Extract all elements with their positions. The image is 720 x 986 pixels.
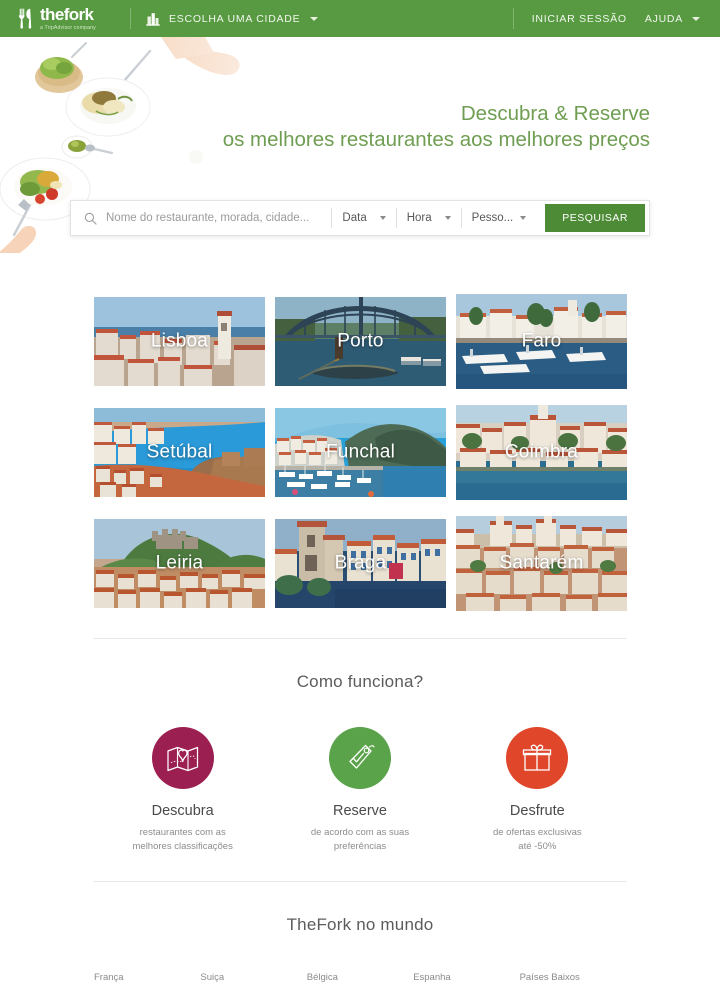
city-name: Faro [521, 330, 562, 352]
city-tile-funchal[interactable]: Funchal [275, 408, 446, 497]
time-dropdown-label: Hora [406, 212, 432, 224]
city-name: Leiria [155, 552, 204, 574]
hero-headline: Descubra & Reserve os melhores restauran… [223, 101, 650, 153]
time-dropdown[interactable]: Hora [395, 208, 461, 228]
world-title: TheFork no mundo [286, 915, 434, 934]
logo-wordmark: thefork [40, 4, 94, 24]
login-label: INICIAR SESSÃO [531, 12, 627, 25]
feature-title: Reserve [332, 803, 387, 819]
city-name: Setúbal [146, 441, 213, 463]
city-tile-santarem[interactable]: Santarém [456, 516, 627, 611]
people-dropdown-label: Pesso... [471, 212, 514, 224]
chevron-down-icon [520, 216, 527, 220]
country-link[interactable]: Suiça [200, 972, 306, 983]
hero-headline-line2: os melhores restaurantes aos melhores pr… [222, 128, 650, 151]
feature-desc-line2: melhores classificações [132, 840, 233, 852]
search-submit-button[interactable]: PESQUISAR [545, 204, 645, 232]
date-dropdown-label: Data [342, 212, 367, 224]
city-name: Coimbra [504, 441, 579, 463]
city-tile-leiria[interactable]: Leiria [94, 519, 265, 608]
city-name: Porto [337, 330, 384, 352]
city-name: Lisboa [150, 330, 209, 352]
feature-icon-circle [328, 727, 391, 789]
gift-icon [523, 744, 552, 771]
city-buildings-icon [146, 12, 160, 26]
login-link[interactable]: INICIAR SESSÃO [532, 13, 627, 25]
help-dropdown[interactable]: AJUDA [645, 13, 700, 25]
search-input[interactable] [106, 212, 332, 224]
feature-desc-line1: restaurantes com as [139, 827, 226, 838]
people-dropdown[interactable]: Pesso... [460, 208, 537, 228]
city-name: Funchal [326, 441, 395, 463]
logo-tagline: a TripAdvisor company [40, 24, 96, 31]
feature-desc-line2: até -50% [518, 840, 557, 852]
header-divider [130, 8, 131, 29]
country-link[interactable]: Países Baixos [520, 972, 626, 983]
feature-desfrute[interactable]: Desfrute de ofertas exclusivas até -50% [449, 727, 626, 853]
chevron-down-icon [692, 16, 700, 21]
city-picker-label: ESCOLHA UMA CIDADE [169, 12, 301, 25]
city-grid: Lisboa Porto Faro Setúbal Funchal Coimbr… [94, 294, 627, 611]
city-tile-coimbra[interactable]: Coimbra [456, 405, 627, 500]
feature-desc-line1: de acordo com as suas [310, 827, 410, 838]
help-label: AJUDA [644, 12, 683, 25]
fork-spoon-logo-icon [18, 8, 32, 29]
search-icon [84, 212, 97, 225]
feature-reserve[interactable]: Reserve de acordo com as suas preferênci… [271, 727, 448, 853]
chevron-down-icon [379, 216, 386, 220]
feature-icon-circle [506, 727, 569, 789]
thefork-logo[interactable]: thefork a TripAdvisor company [16, 4, 112, 31]
site-header: thefork a TripAdvisor company ESCOLHA UM… [0, 0, 720, 37]
map-heart-icon [167, 746, 198, 772]
feature-desc-line2: preferências [333, 840, 387, 852]
hero-section: Descubra & Reserve os melhores restauran… [0, 37, 720, 253]
city-tile-lisboa[interactable]: Lisboa [94, 297, 265, 386]
city-tile-braga[interactable]: Braga [275, 519, 446, 608]
header-divider-right [512, 8, 514, 29]
features-row: Descubra restaurantes com as melhores cl… [94, 727, 626, 853]
divider-how-it-works [94, 638, 626, 639]
header-right-nav: INICIAR SESSÃO AJUDA [512, 8, 706, 29]
hero-headline-line1: Descubra & Reserve [460, 102, 650, 125]
feature-title: Desfrute [509, 803, 565, 819]
country-links: França Suiça Bélgica Espanha Países Baix… [94, 972, 626, 986]
tag-check-icon [349, 744, 375, 769]
date-dropdown[interactable]: Data [331, 208, 395, 228]
feature-desc-line1: de ofertas exclusivas [492, 827, 582, 838]
country-link[interactable]: Espanha [413, 972, 519, 983]
country-link[interactable]: França [94, 972, 200, 983]
feature-title: Descubra [151, 803, 214, 819]
city-picker-dropdown[interactable]: ESCOLHA UMA CIDADE [145, 11, 319, 27]
feature-descubra[interactable]: Descubra restaurantes com as melhores cl… [94, 727, 271, 853]
city-tile-porto[interactable]: Porto [275, 297, 446, 386]
chevron-down-icon [444, 216, 451, 220]
city-tile-setubal[interactable]: Setúbal [94, 408, 265, 497]
chevron-down-icon [310, 16, 319, 21]
country-link[interactable]: Bélgica [307, 972, 413, 983]
how-it-works-title: Como funciona? [296, 672, 424, 691]
search-input-zone[interactable] [71, 201, 332, 235]
search-bar: Data Hora Pesso... PESQUISAR [70, 200, 650, 236]
feature-icon-circle [151, 727, 214, 789]
city-tile-faro[interactable]: Faro [456, 294, 627, 389]
city-name: Braga [334, 552, 387, 574]
divider-world [94, 881, 626, 882]
city-name: Santarém [499, 552, 584, 574]
